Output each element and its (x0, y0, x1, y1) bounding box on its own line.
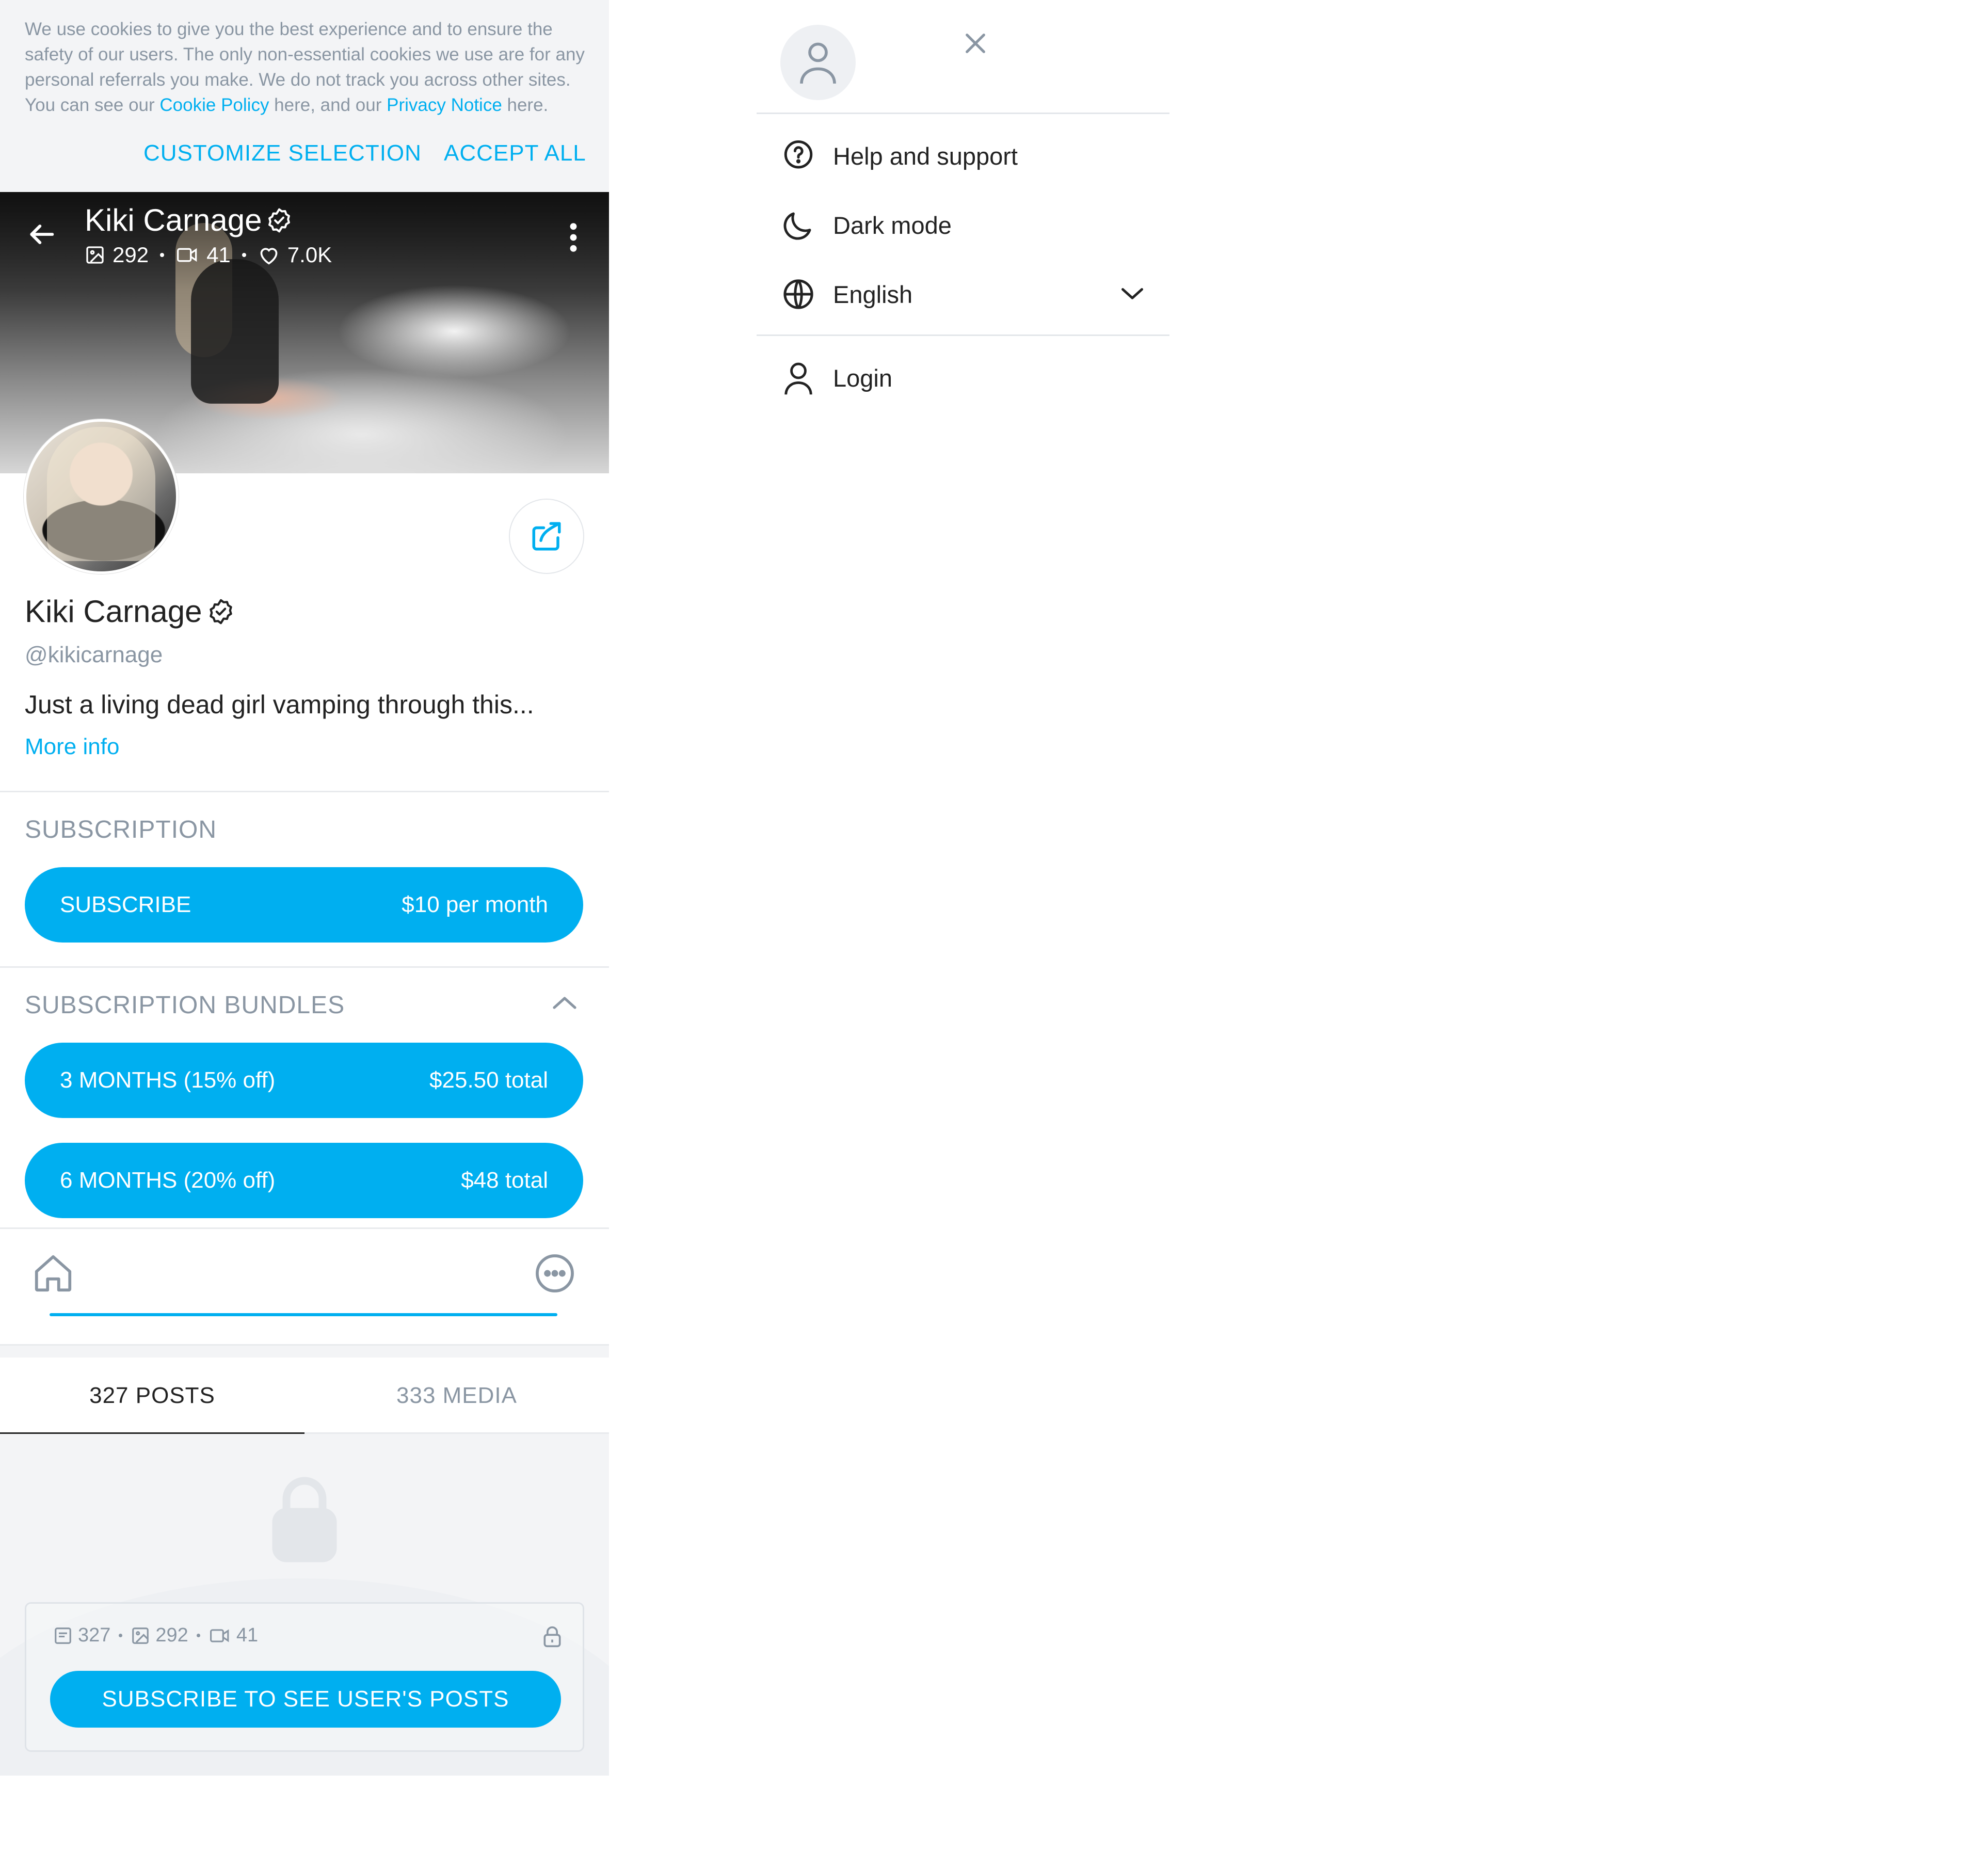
subscription-title: SUBSCRIPTION (25, 816, 217, 843)
menu-item-dark-mode[interactable]: Dark mode (780, 199, 1162, 251)
cookie-banner-text: We use cookies to give you the best expe… (25, 17, 587, 118)
customize-selection-button[interactable]: CUSTOMIZE SELECTION (143, 140, 422, 166)
more-info-link[interactable]: More info (25, 734, 119, 760)
bundle-price: $48 total (461, 1168, 548, 1193)
profile-name-text: Kiki Carnage (25, 594, 202, 629)
subscribe-label: SUBSCRIBE (60, 892, 191, 917)
bundle-3-months-button[interactable]: 3 MONTHS (15% off) $25.50 total (25, 1043, 583, 1118)
cover-name-text: Kiki Carnage (85, 203, 262, 237)
menu-item-login[interactable]: Login (780, 352, 1162, 404)
subscribe-button[interactable]: SUBSCRIBE $10 per month (25, 867, 583, 943)
bundle-6-months-button[interactable]: 6 MONTHS (20% off) $48 total (25, 1143, 583, 1218)
lock-icon (268, 1473, 341, 1566)
divider (0, 1345, 609, 1358)
heart-icon (258, 245, 280, 265)
video-icon (209, 1626, 231, 1646)
divider (0, 1227, 609, 1229)
profile-bio: Just a living dead girl vamping through … (25, 690, 534, 719)
separator-dot (242, 253, 246, 257)
cookie-text-part3: here. (502, 95, 549, 115)
menu-item-label: English (833, 280, 913, 308)
avatar-detail (47, 427, 155, 561)
cover-photos-count: 292 (113, 243, 149, 267)
cover-videos-count: 41 (206, 243, 231, 267)
menu-divider (757, 113, 1169, 114)
separator-dot (119, 1634, 123, 1637)
divider (0, 791, 609, 792)
bundle-label: 6 MONTHS (20% off) (60, 1168, 276, 1193)
nav-indicator (50, 1313, 557, 1316)
profile-name: Kiki Carnage (25, 594, 235, 629)
chevron-down-icon[interactable] (1119, 283, 1146, 304)
profile-page: We use cookies to give you the best expe… (0, 0, 609, 1776)
menu-item-language[interactable]: English (780, 268, 1162, 320)
small-lock-icon (542, 1625, 562, 1648)
locked-videos-count: 41 (236, 1624, 259, 1646)
globe-icon (780, 276, 816, 312)
cover-likes-count: 7.0K (287, 243, 332, 267)
menu-avatar[interactable] (780, 25, 856, 100)
image-icon (131, 1626, 150, 1646)
locked-content: 327 292 41 SUBSCRIBE TO SEE USER'S POSTS (0, 1434, 609, 1776)
share-button[interactable] (509, 499, 584, 574)
user-placeholder-icon (796, 38, 840, 87)
back-arrow-icon[interactable] (25, 218, 58, 251)
separator-dot (160, 253, 165, 257)
divider (0, 1344, 609, 1346)
more-options-icon[interactable] (566, 221, 581, 254)
tab-posts[interactable]: 327 POSTS (0, 1358, 304, 1435)
bottom-nav (0, 1230, 609, 1345)
user-icon (780, 360, 816, 396)
side-menu: Help and support Dark mode English Login (757, 0, 1169, 413)
divider (0, 966, 609, 968)
menu-item-label: Login (833, 364, 892, 392)
bundles-title: SUBSCRIPTION BUNDLES (25, 992, 345, 1019)
image-icon (85, 245, 105, 265)
cover-stats: 292 41 7.0K (85, 243, 332, 267)
avatar[interactable] (24, 419, 179, 574)
tab-media[interactable]: 333 MEDIA (304, 1358, 609, 1434)
more-circle-icon[interactable] (533, 1251, 577, 1296)
profile-handle: @kikicarnage (25, 642, 163, 667)
video-icon (175, 245, 199, 265)
home-icon[interactable] (31, 1251, 75, 1296)
moon-icon (780, 207, 816, 243)
share-icon (530, 519, 564, 553)
bundle-label: 3 MONTHS (15% off) (60, 1067, 276, 1093)
locked-stats: 327 292 41 (53, 1624, 258, 1647)
bundle-price: $25.50 total (429, 1067, 548, 1093)
privacy-notice-link[interactable]: Privacy Notice (387, 95, 502, 115)
menu-item-label: Dark mode (833, 211, 952, 239)
subscribe-to-see-posts-button[interactable]: SUBSCRIBE TO SEE USER'S POSTS (50, 1671, 561, 1728)
verified-badge-icon (265, 206, 293, 234)
menu-divider (757, 334, 1169, 336)
cover-name: Kiki Carnage (85, 202, 293, 238)
locked-posts-card: 327 292 41 SUBSCRIBE TO SEE USER'S POSTS (25, 1602, 584, 1752)
menu-item-help[interactable]: Help and support (780, 130, 1162, 182)
verified-badge-icon (206, 597, 235, 626)
accept-all-button[interactable]: ACCEPT ALL (444, 140, 586, 166)
cookie-text-part2: here, and our (269, 95, 387, 115)
subscribe-price: $10 per month (402, 892, 548, 917)
cookie-policy-link[interactable]: Cookie Policy (159, 95, 269, 115)
content-tabs: 327 POSTS 333 MEDIA (0, 1358, 609, 1435)
help-icon (780, 138, 816, 174)
separator-dot (196, 1634, 200, 1637)
menu-item-label: Help and support (833, 142, 1018, 170)
close-icon[interactable] (961, 29, 990, 58)
locked-posts-count: 327 (78, 1624, 111, 1646)
chevron-up-icon[interactable] (550, 993, 579, 1014)
post-icon (53, 1626, 73, 1646)
cookie-banner: We use cookies to give you the best expe… (0, 0, 609, 192)
locked-photos-count: 292 (155, 1624, 188, 1646)
